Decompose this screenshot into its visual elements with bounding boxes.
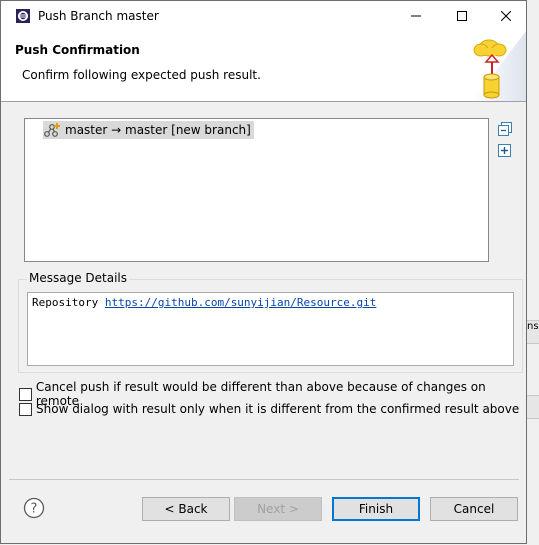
background-window-fragment: ns — [527, 0, 539, 545]
minimize-icon — [410, 15, 421, 17]
finish-button[interactable]: Finish — [332, 497, 420, 521]
repository-url-link[interactable]: https://github.com/sunyijian/Resource.gi… — [105, 296, 377, 309]
svg-text:?: ? — [31, 502, 38, 517]
push-branch-dialog: Push Branch master Push Confirmation Con… — [0, 0, 527, 544]
checkbox-label: Show dialog with result only when it is … — [36, 402, 520, 416]
close-icon — [500, 11, 511, 21]
tree-item-label: master → master [new branch] — [65, 123, 251, 137]
button-bar-divider — [9, 479, 519, 480]
expand-all-icon[interactable] — [498, 144, 512, 158]
page-title: Push Confirmation — [15, 43, 140, 57]
checkbox-box[interactable] — [19, 402, 32, 416]
show-dialog-checkbox[interactable]: Show dialog with result only when it is … — [19, 402, 519, 416]
cancel-button[interactable]: Cancel — [430, 497, 518, 521]
message-line: Repository https://github.com/sunyijian/… — [32, 296, 376, 309]
minimize-button[interactable] — [393, 1, 438, 31]
collapse-all-icon[interactable] — [498, 122, 512, 136]
message-details-label: Message Details — [27, 271, 130, 285]
help-icon[interactable]: ? — [23, 497, 45, 519]
next-button[interactable]: Next > — [234, 497, 322, 521]
back-button[interactable]: < Back — [142, 497, 230, 521]
message-details-text[interactable]: Repository https://github.com/sunyijian/… — [27, 292, 514, 366]
title-bar: Push Branch master — [1, 1, 526, 31]
push-result-tree[interactable]: master → master [new branch] — [24, 118, 489, 262]
push-ref-icon — [44, 123, 60, 137]
message-details-group: Message Details Repository https://githu… — [18, 271, 523, 373]
maximize-button[interactable] — [439, 1, 484, 31]
wizard-header: Push Confirmation Confirm following expe… — [1, 31, 526, 102]
window-title: Push Branch master — [38, 9, 159, 23]
push-to-cloud-icon — [473, 31, 526, 101]
page-description: Confirm following expected push result. — [22, 68, 261, 82]
repository-label: Repository — [32, 296, 99, 309]
background-fragment-band: ns — [527, 320, 539, 344]
tree-item[interactable]: master → master [new branch] — [43, 121, 254, 139]
maximize-icon — [456, 11, 467, 21]
background-fragment-text: ns — [527, 321, 539, 332]
close-button[interactable] — [483, 1, 528, 31]
eclipse-app-icon — [16, 9, 30, 23]
background-fragment-band-2 — [527, 395, 539, 419]
checkbox-box[interactable] — [19, 387, 32, 401]
